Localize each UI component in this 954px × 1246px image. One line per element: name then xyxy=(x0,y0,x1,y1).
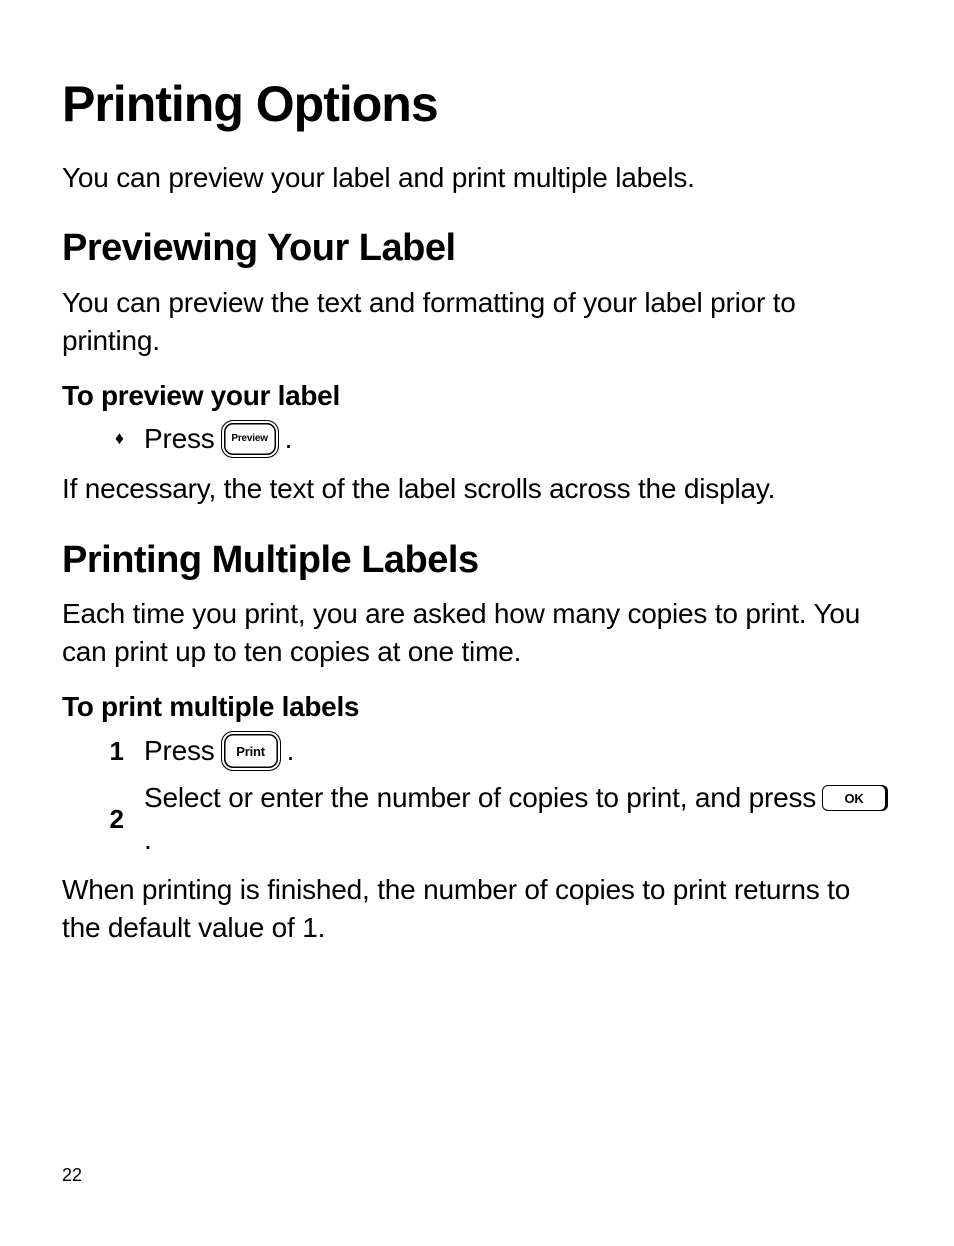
step-number: 1 xyxy=(62,736,144,767)
step-text-post: . xyxy=(285,420,293,458)
section-heading-preview: Previewing Your Label xyxy=(62,228,892,270)
step-text-post: . xyxy=(144,821,152,859)
page: Printing Options You can preview your la… xyxy=(0,0,954,946)
print-key-icon: Print xyxy=(221,731,281,771)
list-item: 1 Press Print . xyxy=(62,731,892,771)
page-title: Printing Options xyxy=(62,78,892,131)
list-item: ♦ Press Preview . xyxy=(62,420,892,458)
step-text-post: . xyxy=(287,732,295,770)
section-heading-multi: Printing Multiple Labels xyxy=(62,540,892,582)
step-text-pre: Select or enter the number of copies to … xyxy=(144,779,816,817)
section1-after: If necessary, the text of the label scro… xyxy=(62,470,892,508)
section2-after: When printing is finished, the number of… xyxy=(62,871,892,947)
page-number: 22 xyxy=(62,1165,82,1186)
bullet-list: ♦ Press Preview . xyxy=(62,420,892,458)
step-text: Press Preview . xyxy=(144,420,292,458)
section1-para: You can preview the text and formatting … xyxy=(62,284,892,360)
task-heading-preview: To preview your label xyxy=(62,380,892,412)
numbered-list: 1 Press Print . 2 Select or enter the nu… xyxy=(62,731,892,859)
step-number: 2 xyxy=(62,804,144,835)
ok-key-icon: OK xyxy=(822,785,886,811)
preview-key-icon: Preview xyxy=(221,420,279,458)
step-text-pre: Press xyxy=(144,420,215,458)
task-heading-multi: To print multiple labels xyxy=(62,691,892,723)
list-item: 2 Select or enter the number of copies t… xyxy=(62,779,892,859)
bullet-icon: ♦ xyxy=(62,428,144,449)
step-text: Press Print . xyxy=(144,731,294,771)
intro-paragraph: You can preview your label and print mul… xyxy=(62,159,892,197)
step-text-pre: Press xyxy=(144,732,215,770)
section2-para: Each time you print, you are asked how m… xyxy=(62,595,892,671)
step-text: Select or enter the number of copies to … xyxy=(144,779,892,859)
